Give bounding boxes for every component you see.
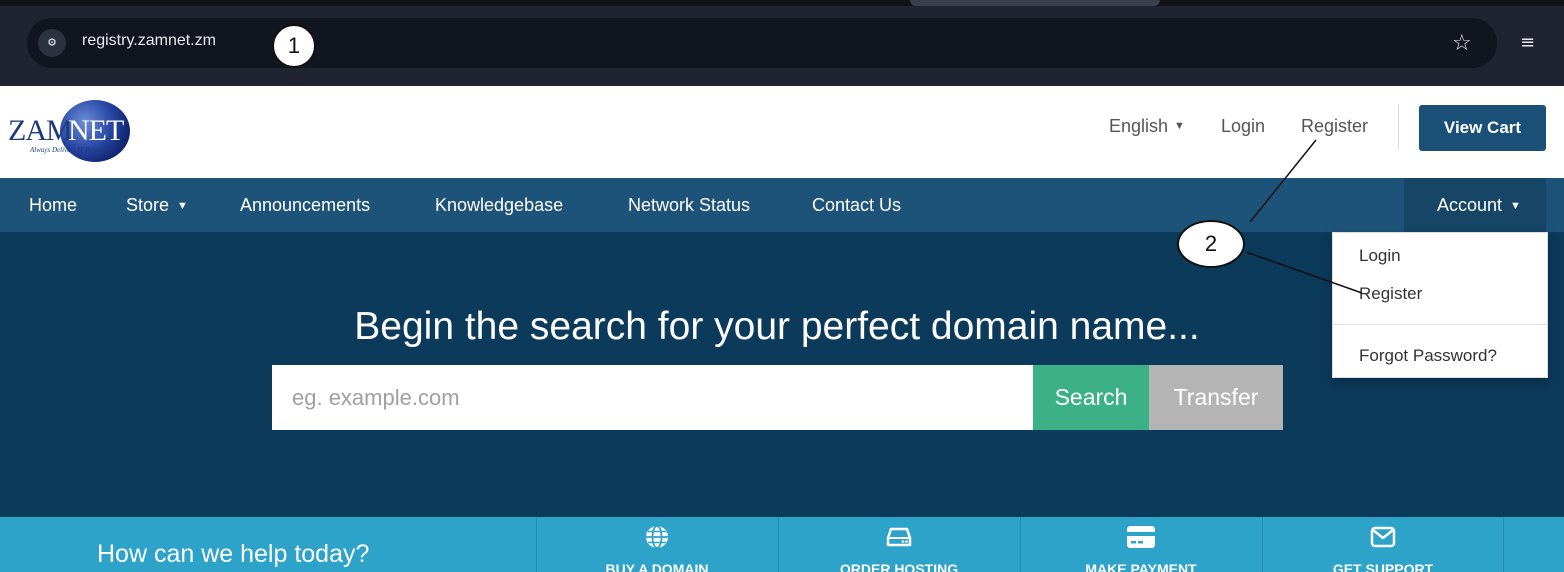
caret-down-icon: ▼ [1174,120,1185,132]
domain-search-input[interactable] [272,365,1033,430]
zamnet-logo[interactable]: ZAM NET Always Delivers IT Better [8,96,158,166]
header-register-link[interactable]: Register [1301,116,1368,137]
logo-text-zam: ZAM [8,114,73,147]
language-selector[interactable]: English ▼ [1109,116,1185,137]
help-title: How can we help today? [97,540,370,568]
language-label: English [1109,116,1169,136]
caret-down-icon: ▼ [177,200,188,212]
dropdown-forgot-password[interactable]: Forgot Password? [1359,346,1497,366]
nav-network-status[interactable]: Network Status [628,178,750,232]
nav-announcements[interactable]: Announcements [240,178,370,232]
help-buy-domain-label: BUY A DOMAIN [605,561,709,572]
main-navbar [0,178,1564,232]
dropdown-login[interactable]: Login [1359,246,1401,266]
nav-store-label: Store [126,195,170,215]
address-bar-url[interactable]: registry.zamnet.zm [82,32,216,50]
search-button[interactable]: Search [1033,365,1149,430]
bookmark-star-icon[interactable]: ☆ [1452,30,1472,56]
nav-store[interactable]: Store ▼ [126,178,188,232]
dropdown-register[interactable]: Register [1359,284,1422,304]
envelope-icon [1368,524,1398,550]
hero-title: Begin the search for your perfect domain… [354,305,1200,348]
header-divider [1398,104,1399,150]
globe-icon [642,524,672,550]
help-order-hosting-label: ORDER HOSTING [839,561,959,572]
nav-account-label: Account [1437,195,1503,215]
site-info-icon[interactable]: ⚙ [38,29,66,57]
dropdown-divider [1333,324,1547,325]
nav-contact-us[interactable]: Contact Us [812,178,901,232]
header-login-link[interactable]: Login [1221,116,1265,137]
annotation-1: 1 [272,24,316,68]
help-make-payment-label: MAKE PAYMENT [1085,561,1197,572]
transfer-button[interactable]: Transfer [1149,365,1283,430]
server-icon [884,524,914,550]
reading-list-icon[interactable]: ≡ [1520,31,1535,55]
nav-account[interactable]: Account ▼ [1404,178,1546,232]
help-get-support-label: GET SUPPORT [1332,561,1434,572]
account-dropdown-menu: Login Register Forgot Password? [1332,232,1548,378]
nav-home[interactable]: Home [29,178,77,232]
browser-tab-edge [910,0,1160,6]
annotation-2: 2 [1177,220,1245,268]
view-cart-button[interactable]: View Cart [1419,105,1546,151]
logo-tagline: Always Delivers IT Better [30,146,103,154]
logo-text-net: NET [68,114,124,147]
nav-knowledgebase[interactable]: Knowledgebase [435,178,563,232]
address-bar[interactable] [27,18,1497,68]
credit-card-icon [1126,524,1156,550]
caret-down-icon: ▼ [1510,200,1521,212]
